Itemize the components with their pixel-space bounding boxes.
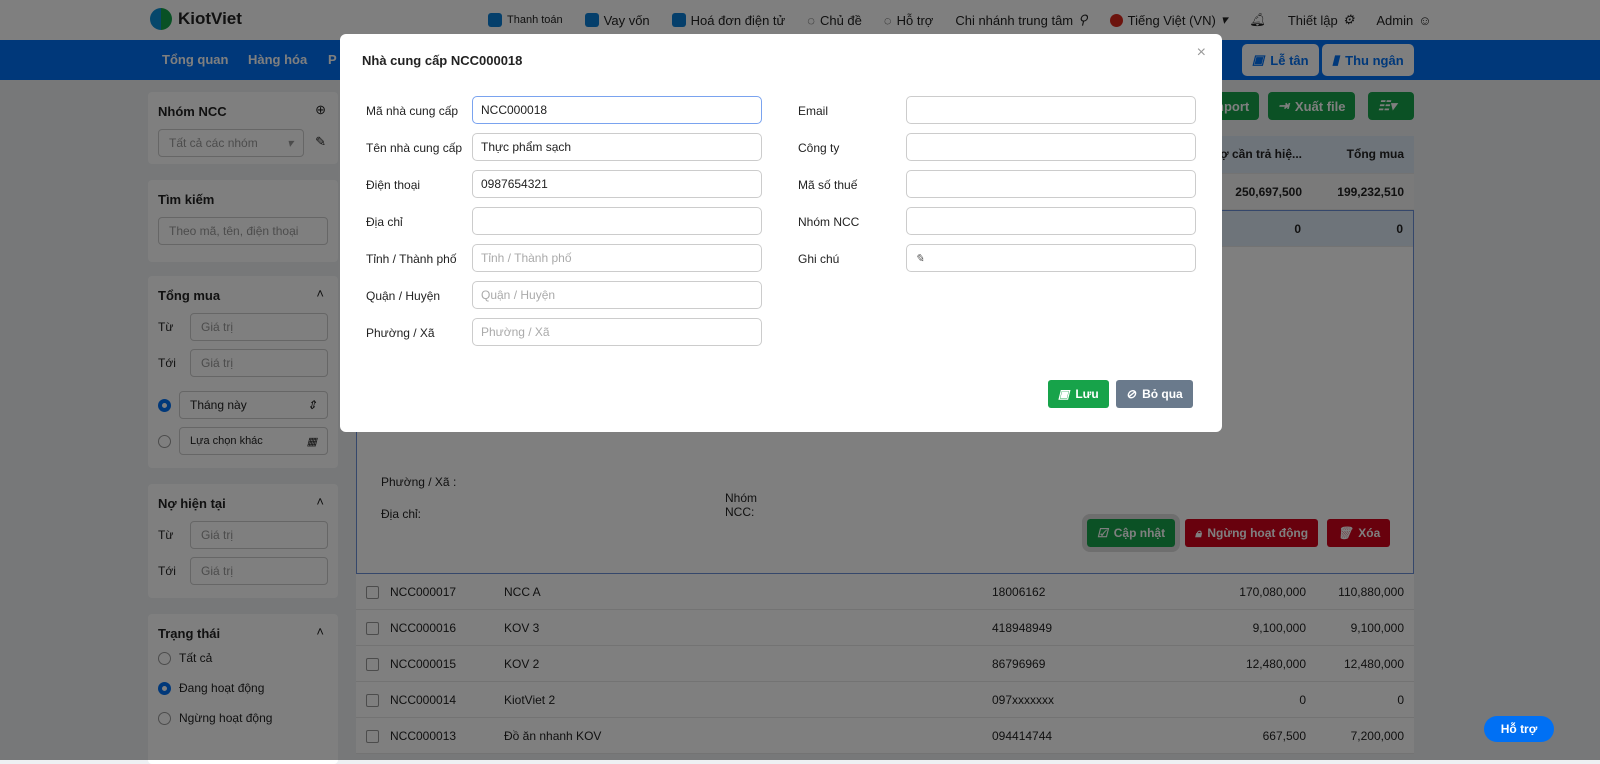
phuong-xa-input[interactable]: Phường / Xã	[472, 318, 762, 346]
email-input[interactable]	[906, 96, 1196, 124]
field-label: Ghi chú	[798, 252, 840, 266]
field-label: Mã số thuế	[798, 178, 858, 192]
field-label: Nhóm NCC	[798, 215, 860, 229]
tinh-thanh-pho-input[interactable]: Tỉnh / Thành phố	[472, 244, 762, 272]
supplier-modal: Nhà cung cấp NCC000018 × Mã nhà cung cấp…	[340, 34, 1222, 432]
field-label: Quận / Huyện	[366, 289, 441, 303]
ban-icon: ⊘	[1126, 387, 1137, 401]
save-button[interactable]: ▣ Lưu	[1048, 380, 1109, 408]
floppy-icon: ▣	[1058, 387, 1070, 401]
field-label: Email	[798, 104, 829, 118]
field-label: Tên nhà cung cấp	[366, 141, 463, 155]
pencil-icon: ✎	[915, 252, 925, 265]
skip-button[interactable]: ⊘ Bỏ qua	[1116, 380, 1193, 408]
ten-nha-cung-cap-input[interactable]: Thực phẩm sạch	[472, 133, 762, 161]
field-label: Mã nhà cung cấp	[366, 104, 459, 118]
close-icon[interactable]: ×	[1197, 44, 1206, 62]
modal-title: Nhà cung cấp NCC000018	[362, 53, 523, 68]
ghi-chu-input[interactable]: ✎	[906, 244, 1196, 272]
field-label: Phường / Xã	[366, 326, 435, 340]
field-label: Điện thoại	[366, 178, 421, 192]
help-chat-button[interactable]: Hỗ trợ	[1484, 716, 1554, 742]
dien-thoai-input[interactable]: 0987654321	[472, 170, 762, 198]
nhom-ncc-input[interactable]	[906, 207, 1196, 235]
field-label: Địa chỉ	[366, 215, 403, 229]
dia-chi-input[interactable]	[472, 207, 762, 235]
field-label: Công ty	[798, 141, 840, 155]
quan-huyen-input[interactable]: Quận / Huyện	[472, 281, 762, 309]
ma-nha-cung-cap-input[interactable]: NCC000018	[472, 96, 762, 124]
ma-so-thue-input[interactable]	[906, 170, 1196, 198]
cong-ty-input[interactable]	[906, 133, 1196, 161]
field-label: Tỉnh / Thành phố	[366, 252, 457, 266]
